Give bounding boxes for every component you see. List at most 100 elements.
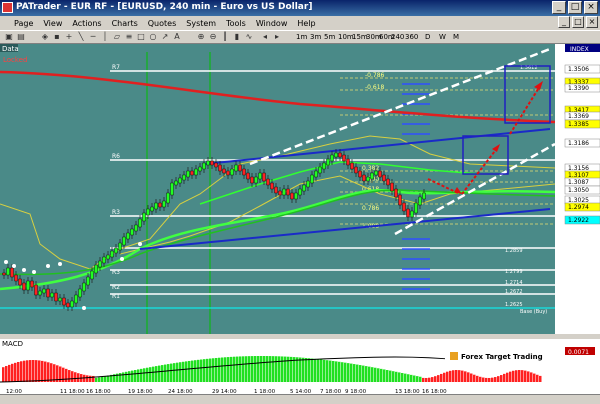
scroll-right-icon[interactable]: ▸ — [272, 32, 282, 42]
macd-bar — [440, 373, 443, 382]
candle-body — [258, 172, 262, 180]
menu-window[interactable]: Window — [251, 19, 293, 28]
candle-body — [394, 188, 398, 198]
macd-bar — [212, 358, 215, 382]
crosshair-icon[interactable]: + — [64, 32, 74, 42]
candle-body — [18, 278, 22, 286]
sar-dot — [32, 270, 36, 274]
candle-body — [90, 270, 94, 280]
arrow-tool-icon[interactable]: ↗ — [160, 32, 170, 42]
line-chart-icon[interactable]: ∿ — [244, 32, 254, 42]
macd-bar — [50, 363, 53, 382]
zoom-out-icon[interactable]: ⊖ — [208, 32, 218, 42]
menu-charts[interactable]: Charts — [107, 19, 143, 28]
candle-body — [78, 288, 82, 298]
bar-chart-icon[interactable]: ┃ — [220, 32, 230, 42]
macd-bar — [128, 371, 131, 382]
scroll-left-icon[interactable]: ◂ — [260, 32, 270, 42]
macd-bar — [248, 356, 251, 382]
menu-quotes[interactable]: Quotes — [143, 19, 182, 28]
macd-bar — [173, 363, 176, 382]
candle-body — [2, 272, 6, 276]
macd-bar — [425, 377, 428, 382]
candle-body — [298, 188, 302, 196]
candle-body — [254, 176, 258, 184]
macd-bar — [14, 362, 17, 382]
macd-bar — [281, 356, 284, 382]
menu-actions[interactable]: Actions — [67, 19, 106, 28]
mdi-minimize-button[interactable]: _ — [558, 16, 570, 28]
menu-system[interactable]: System — [181, 19, 221, 28]
maximize-button[interactable]: □ — [568, 1, 582, 14]
macd-bar — [479, 376, 482, 382]
macd-bar — [419, 376, 422, 382]
chart-canvas[interactable]: Data Locked INDEX R7 R6 R3 R3 R2 R1 1.36… — [0, 44, 600, 395]
macd-bar — [29, 360, 32, 382]
macd-bar — [359, 365, 362, 382]
tf-5m[interactable]: 5m — [324, 32, 335, 42]
macd-label: MACD — [2, 340, 23, 348]
macd-bar — [380, 368, 383, 382]
macd-bar — [140, 368, 143, 382]
tool-icon[interactable]: ◈ — [40, 32, 50, 42]
candle-body — [214, 162, 218, 168]
text-tool-icon[interactable]: A — [172, 32, 182, 42]
candle-body — [134, 224, 138, 232]
candle-body — [262, 172, 266, 182]
candle-body — [422, 192, 426, 200]
candle-body — [330, 154, 334, 162]
macd-bar — [503, 373, 506, 382]
minimize-button[interactable]: _ — [552, 1, 566, 14]
macd-bar — [344, 362, 347, 382]
channel-tool-icon[interactable]: ▱ — [112, 32, 122, 42]
mdi-restore-button[interactable]: □ — [572, 16, 584, 28]
menu-help[interactable]: Help — [292, 19, 320, 28]
menu-tools[interactable]: Tools — [221, 19, 251, 28]
macd-bar — [533, 373, 536, 382]
macd-bar — [158, 365, 161, 382]
tf-240[interactable]: 240 — [391, 32, 404, 42]
macd-bar — [185, 361, 188, 382]
tf-1m[interactable]: 1m — [296, 32, 307, 42]
menu-page[interactable]: Page — [0, 19, 38, 28]
ellipse-tool-icon[interactable]: ○ — [148, 32, 158, 42]
vline-tool-icon[interactable]: │ — [100, 32, 110, 42]
fib-tool-icon[interactable]: ≡ — [124, 32, 134, 42]
macd-bar — [386, 370, 389, 382]
candle-body — [362, 174, 366, 182]
close-button[interactable]: × — [584, 1, 598, 14]
open-icon[interactable]: ▣ — [4, 32, 14, 42]
macd-bar — [521, 370, 524, 382]
macd-bar — [101, 376, 104, 382]
candle-body — [386, 178, 390, 186]
macd-bar — [131, 370, 134, 382]
tf-3m[interactable]: 3m — [310, 32, 321, 42]
line-tool-icon[interactable]: ╲ — [76, 32, 86, 42]
candle-chart-icon[interactable]: ▮ — [232, 32, 242, 42]
candle-body — [178, 177, 182, 184]
mdi-close-button[interactable]: × — [586, 16, 598, 28]
tf-m[interactable]: M — [453, 32, 459, 42]
save-icon[interactable]: ▤ — [16, 32, 26, 42]
candle-body — [54, 292, 58, 302]
chart-area[interactable]: Data Locked INDEX R7 R6 R3 R3 R2 R1 1.36… — [0, 44, 600, 395]
candle-body — [246, 172, 250, 180]
candle-body — [338, 152, 342, 158]
candle-body — [130, 228, 134, 236]
macd-bar — [518, 370, 521, 382]
tf-360[interactable]: 360 — [405, 32, 418, 42]
candle-body — [198, 166, 202, 172]
tf-w[interactable]: W — [439, 32, 446, 42]
macd-bar — [467, 372, 470, 382]
rect-tool-icon[interactable]: □ — [136, 32, 146, 42]
lock-icon[interactable]: ▪ — [52, 32, 62, 42]
candle-body — [186, 170, 190, 178]
price-box-value: 1.3385 — [568, 121, 589, 128]
macd-bar — [374, 367, 377, 382]
brand-logo — [450, 352, 458, 360]
hline-tool-icon[interactable]: ─ — [88, 32, 98, 42]
zoom-in-icon[interactable]: ⊕ — [196, 32, 206, 42]
menu-view[interactable]: View — [38, 19, 67, 28]
candle-body — [138, 218, 142, 228]
tf-d[interactable]: D — [425, 32, 430, 42]
